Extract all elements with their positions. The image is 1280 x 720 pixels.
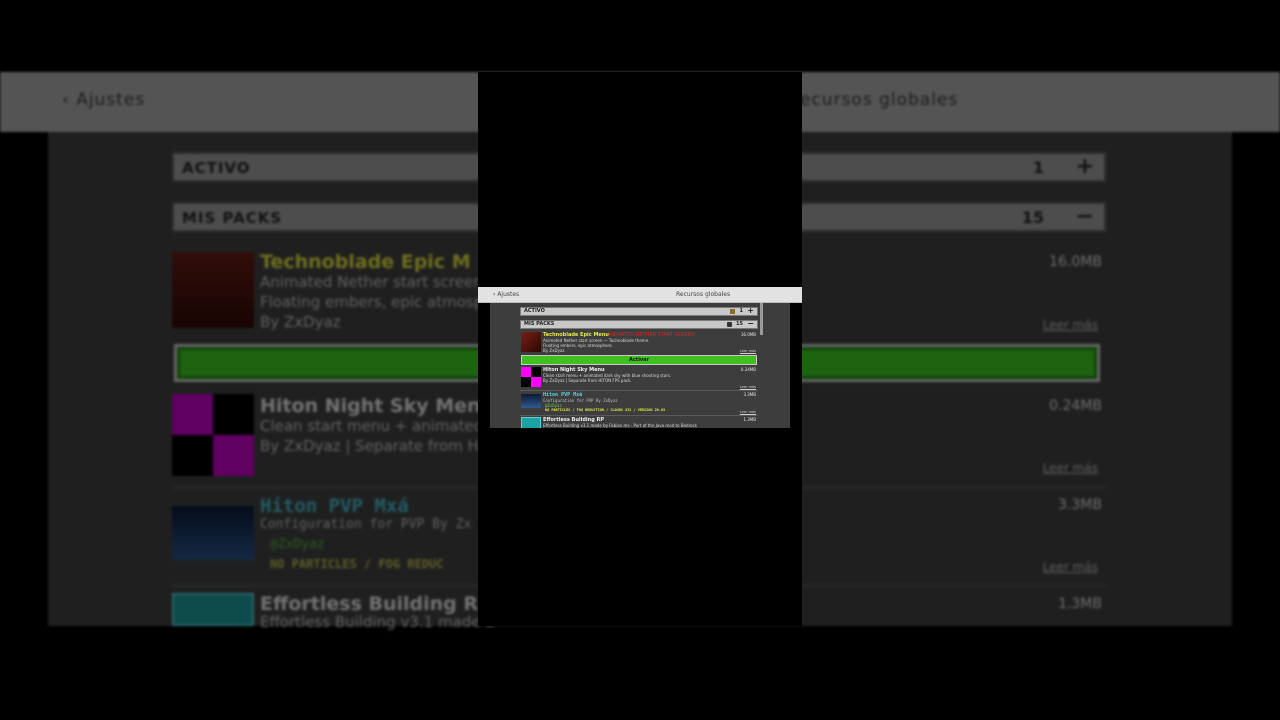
read-more-link[interactable]: Leer más: [740, 385, 756, 389]
bg-item-desc: By ZxDyaz | Separate from HIT: [260, 437, 493, 455]
bg-item-desc: @ZxDyaz: [270, 537, 325, 552]
bg-item-title: Hiton Night Sky Menu: [260, 395, 495, 417]
activate-button[interactable]: Activar: [521, 355, 757, 365]
active-section-header[interactable]: ACTIVO 1 +: [520, 306, 758, 316]
read-more-link[interactable]: Leer más: [740, 349, 756, 353]
bg-plus-icon: +: [1075, 154, 1094, 179]
bg-thumb-technoblade: [172, 252, 254, 328]
bg-active-count: 1: [1032, 158, 1044, 177]
pack-item-effortless[interactable]: Effortless Building RP Effortless Buildi…: [520, 417, 758, 428]
minus-icon[interactable]: −: [747, 319, 754, 328]
divider: [520, 415, 758, 416]
plus-icon[interactable]: +: [747, 306, 754, 315]
bg-item-size: 0.24MB: [1049, 398, 1102, 414]
bg-thumb-night-sky: [172, 394, 254, 476]
pack-thumbnail: [521, 332, 541, 352]
pack-size: 16.0MB: [740, 332, 756, 337]
pack-thumbnail: [521, 417, 541, 428]
bg-read-more: Leer más: [1042, 461, 1098, 475]
read-more-link[interactable]: Leer más: [740, 410, 756, 414]
bg-item-size: 3.3MB: [1058, 497, 1102, 513]
bg-title: ecursos globales: [800, 90, 959, 110]
pack-size: 3.3MB: [743, 392, 756, 397]
screen-top-bar: ‹ Ajustes Recursos globales: [478, 287, 802, 303]
pack-description: Effortless Building v3.1 made by Fabian …: [543, 423, 698, 428]
bg-item-size: 16.0MB: [1049, 254, 1102, 270]
my-packs-header[interactable]: MIS PACKS 15 −: [520, 319, 758, 329]
bg-item-desc: By ZxDyaz: [260, 313, 341, 331]
bg-thumb-pvp: [172, 506, 254, 560]
bg-item-desc: NO PARTICLES / FOG REDUC: [270, 557, 444, 571]
bg-thumb-effortless: [172, 593, 254, 626]
bg-minus-icon: −: [1075, 204, 1094, 229]
bg-active-label: ACTIVO: [182, 159, 251, 177]
bg-packs-label: MIS PACKS: [182, 209, 283, 227]
resource-packs-screen: ‹ Ajustes Recursos globales ACTIVO 1 + M…: [478, 287, 802, 428]
screen-title: Recursos globales: [676, 291, 731, 298]
bg-item-size: 1.3MB: [1058, 596, 1102, 612]
back-label: Ajustes: [497, 291, 520, 298]
my-packs-label: MIS PACKS: [524, 321, 555, 327]
pack-thumbnail: [521, 367, 541, 387]
chest-icon: [730, 309, 735, 314]
bg-item-title: Technoblade Epic M: [260, 251, 471, 273]
pack-description: By ZxDyaz | Separate from HITON FPS pack…: [543, 378, 632, 383]
pack-size: 1.3MB: [743, 417, 756, 422]
divider: [520, 390, 758, 391]
pack-features: NO PARTICLES / FOG REDUCTION / CLOUDS X3…: [545, 408, 666, 412]
pack-author: By ZxDyaz: [543, 348, 565, 353]
bg-item-title: Hiton PVP Mxá: [260, 495, 409, 517]
packs-count: 15: [736, 321, 743, 327]
bg-item-desc: Effortless Building v3.1 made b: [260, 613, 495, 631]
bg-item-desc: Floating embers, epic atmosph: [260, 293, 493, 311]
bg-item-desc: Configuration for PVP By Zx: [260, 517, 472, 532]
pack-item-technoblade[interactable]: Technoblade Epic Menu ANIMATED NETHER ST…: [520, 332, 758, 354]
pack-item-pvp[interactable]: Hiton PVP Mxá Configuration for PVP By Z…: [520, 392, 758, 416]
bg-back-link: ‹ Ajustes: [62, 90, 146, 110]
scrollbar[interactable]: [760, 303, 763, 335]
active-section-label: ACTIVO: [524, 308, 545, 314]
pack-cube-icon: [727, 322, 732, 327]
bg-item-desc: Animated Nether start screen: [260, 273, 483, 291]
pack-thumbnail: [521, 394, 541, 408]
bg-item-title: Effortless Building RP: [260, 593, 492, 615]
bg-packs-count: 15: [1021, 208, 1044, 227]
active-count: 1: [739, 308, 743, 314]
screen-body: ACTIVO 1 + MIS PACKS 15 − Technoblade Ep…: [490, 303, 790, 428]
bg-item-desc: Clean start menu + animated d: [260, 417, 498, 435]
back-button[interactable]: ‹ Ajustes: [493, 291, 519, 298]
bg-read-more: Leer más: [1042, 560, 1098, 574]
bg-read-more: Leer más: [1042, 318, 1098, 332]
pack-size: 0.24MB: [740, 367, 756, 372]
pack-item-night-sky[interactable]: Hiton Night Sky Menu Clean start menu + …: [520, 367, 758, 391]
